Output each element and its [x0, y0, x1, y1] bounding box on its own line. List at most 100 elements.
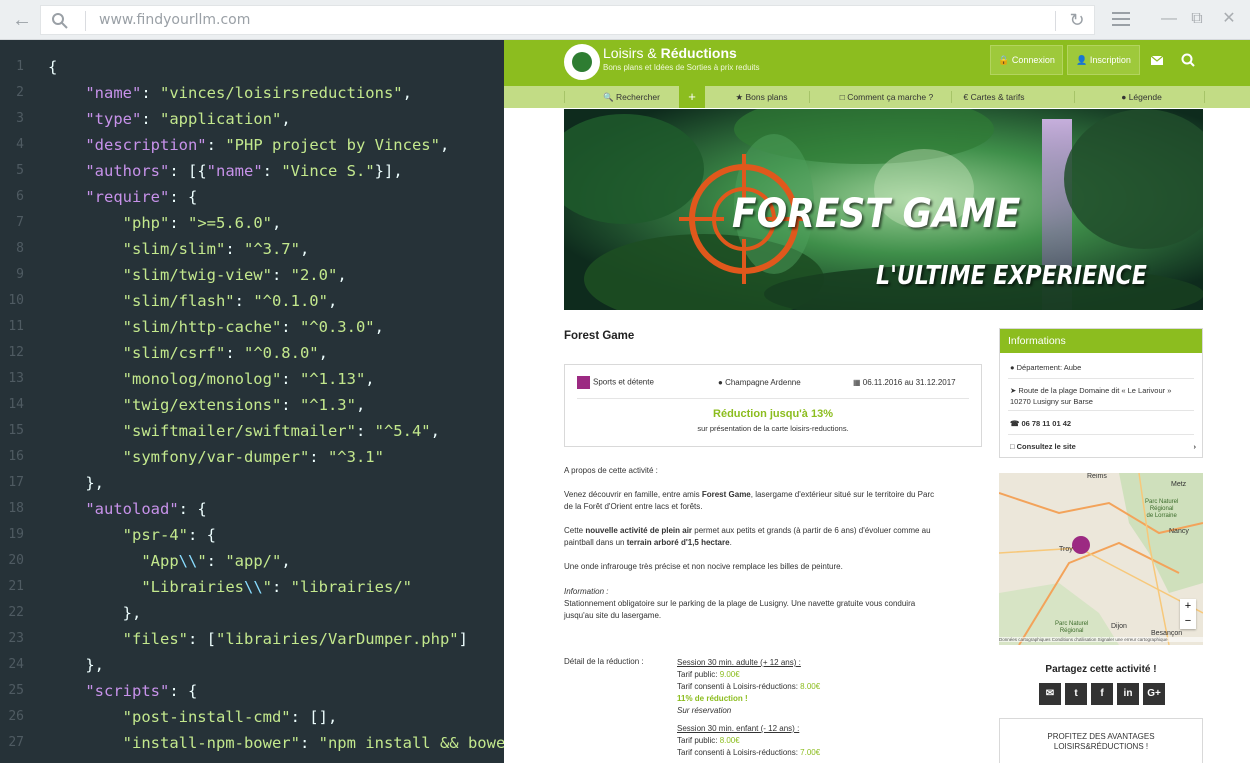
promo-box[interactable]: PROFITEZ DES AVANTAGES LOISIRS&RÉDUCTIONS… [999, 718, 1203, 763]
nav-rechercher[interactable]: 🔍 Rechercher [584, 86, 679, 108]
restore-icon[interactable]: ⧉ [1188, 10, 1206, 28]
code-text[interactable]: "twig/extensions": "^1.3", [48, 392, 366, 418]
line-number: 21 [8, 579, 24, 594]
share-twitter-button[interactable]: t [1065, 683, 1087, 705]
code-line: 4 "description": "PHP project by Vinces"… [0, 132, 504, 158]
share-google-button[interactable]: G+ [1143, 683, 1165, 705]
code-text[interactable]: "authors": [{"name": "Vince S."}], [48, 158, 402, 184]
search-icon [52, 13, 68, 29]
info-heading: Informations [1000, 329, 1202, 353]
reduction-subtitle: sur présentation de la carte loisirs-red… [697, 424, 849, 433]
nav-comment-ca-marche[interactable]: □ Comment ça marche ? [824, 86, 949, 108]
code-text[interactable]: "type": "application", [48, 106, 290, 132]
line-number: 7 [16, 215, 24, 230]
phone[interactable]: ☎ 06 78 11 01 42 [1010, 418, 1071, 429]
code-text[interactable]: "symfony/var-dumper": "^3.1" [48, 444, 384, 470]
line-number: 9 [16, 267, 24, 282]
line-number: 26 [8, 709, 24, 724]
code-text[interactable]: "install-npm-bower": "npm install && bow… [48, 730, 504, 756]
code-text[interactable]: "files": ["librairies/VarDumper.php"] [48, 626, 468, 652]
address: ➤ Route de la plage Domaine dit « Le Lar… [1010, 386, 1172, 406]
code-text[interactable]: "require": { [48, 184, 197, 210]
nav-bons-plans[interactable]: ★ Bons plans [719, 86, 804, 108]
code-line: 13 "monolog/monolog": "^1.13", [0, 366, 504, 392]
code-text[interactable]: "description": "PHP project by Vinces", [48, 132, 449, 158]
site-brand: Loisirs & Réductions [603, 45, 737, 61]
address-bar[interactable]: www.findyourllm.com ↻ [40, 5, 1095, 35]
code-line: 23 "files": ["librairies/VarDumper.php"] [0, 626, 504, 652]
code-line: 14 "twig/extensions": "^1.3", [0, 392, 504, 418]
line-number: 17 [8, 475, 24, 490]
code-text[interactable]: "slim/csrf": "^0.8.0", [48, 340, 328, 366]
close-icon[interactable]: ✕ [1220, 10, 1238, 28]
code-text[interactable]: "App\\": "app/", [48, 548, 290, 574]
back-arrow-icon[interactable]: ← [10, 9, 34, 31]
code-text[interactable]: "slim/twig-view": "2.0", [48, 262, 347, 288]
sport-icon [577, 376, 590, 389]
share-linkedin-button[interactable]: in [1117, 683, 1139, 705]
code-text[interactable]: "slim/flash": "^0.1.0", [48, 288, 338, 314]
nav-cartes-tarifs[interactable]: € Cartes & tarifs [954, 86, 1034, 108]
code-editor: 1{2 "name": "vinces/loisirsreductions", 3… [0, 40, 504, 763]
signup-button[interactable]: 👤 Inscription [1067, 45, 1140, 75]
code-text[interactable]: "psr-4": { [48, 522, 216, 548]
code-line: 3 "type": "application", [0, 106, 504, 132]
code-line: 1{ [0, 54, 504, 80]
code-text[interactable]: { [48, 54, 57, 80]
code-line: 19 "psr-4": { [0, 522, 504, 548]
map-label-reims: Reims [1087, 473, 1107, 480]
line-number: 18 [8, 501, 24, 516]
hero-banner: FOREST GAME L'ULTIME EXPERIENCE [564, 109, 1203, 310]
dates: ▦ 06.11.2016 au 31.12.2017 [853, 378, 956, 387]
code-text[interactable]: "slim/http-cache": "^0.3.0", [48, 314, 384, 340]
code-text[interactable]: "php": ">=5.6.0", [48, 210, 282, 236]
code-text[interactable]: }, [48, 652, 104, 678]
code-text[interactable]: }, [48, 600, 142, 626]
code-text[interactable]: "slim/slim": "^3.7", [48, 236, 310, 262]
site-nav: 🔍 Rechercher + ★ Bons plans □ Comment ça… [504, 86, 1250, 108]
code-text[interactable]: "Librairies\\": "librairies/" [48, 574, 412, 600]
nav-legende[interactable]: ● Légende [1099, 86, 1184, 108]
line-number: 1 [16, 59, 24, 74]
code-line: 12 "slim/csrf": "^0.8.0", [0, 340, 504, 366]
code-line: 2 "name": "vinces/loisirsreductions", [0, 80, 504, 106]
nav-plus-button[interactable]: + [679, 86, 705, 108]
map-label-nancy: Nancy [1169, 528, 1189, 535]
login-button[interactable]: 🔒 Connexion [990, 45, 1063, 75]
menu-icon[interactable] [1112, 12, 1130, 28]
promo-text: PROFITEZ DES AVANTAGES LOISIRS&RÉDUCTIONS… [1047, 732, 1155, 751]
code-text[interactable]: "post-install-cmd": [], [48, 704, 338, 730]
browser-chrome: ← www.findyourllm.com ↻ — ⧉ ✕ [0, 0, 1250, 40]
reduction-headline: Réduction jusqu'à 13% [713, 408, 833, 420]
minimize-icon[interactable]: — [1160, 10, 1178, 28]
code-line: 21 "Librairies\\": "librairies/" [0, 574, 504, 600]
share-facebook-button[interactable]: f [1091, 683, 1113, 705]
line-number: 8 [16, 241, 24, 256]
map-label-troyes: Troy [1059, 546, 1073, 553]
code-line: 25 "scripts": { [0, 678, 504, 704]
code-line: 5 "authors": [{"name": "Vince S."}], [0, 158, 504, 184]
paragraph-1: Venez découvrir en famille, entre amis F… [564, 490, 935, 511]
map-footer: Données cartographiques Conditions d'uti… [999, 637, 1203, 642]
code-text[interactable]: "swiftmailer/swiftmailer": "^5.4", [48, 418, 440, 444]
code-line: 15 "swiftmailer/swiftmailer": "^5.4", [0, 418, 504, 444]
website-link[interactable]: □ Consultez le site › [1010, 441, 1196, 452]
code-text[interactable]: "monolog/monolog": "^1.13", [48, 366, 375, 392]
reload-icon[interactable]: ↻ [1067, 10, 1087, 30]
map-zoom-controls[interactable]: + − [1180, 599, 1196, 629]
code-text[interactable]: }, [48, 470, 104, 496]
share-mail-button[interactable]: ✉ [1039, 683, 1061, 705]
line-number: 11 [8, 319, 24, 334]
mail-icon[interactable] [1149, 52, 1165, 68]
url-text[interactable]: www.findyourllm.com [99, 12, 250, 28]
site-logo[interactable] [564, 44, 600, 80]
location-map[interactable]: Reims Metz Parc Naturel Régional de Lorrai… [999, 473, 1203, 645]
category[interactable]: Sports et détente [577, 376, 654, 389]
line-number: 23 [8, 631, 24, 646]
region: ● Champagne Ardenne [718, 378, 801, 387]
code-text[interactable]: "scripts": { [48, 678, 197, 704]
code-text[interactable]: "name": "vinces/loisirsreductions", [48, 80, 412, 106]
code-line: 11 "slim/http-cache": "^0.3.0", [0, 314, 504, 340]
code-text[interactable]: "autoload": { [48, 496, 206, 522]
search-icon[interactable] [1180, 52, 1196, 68]
